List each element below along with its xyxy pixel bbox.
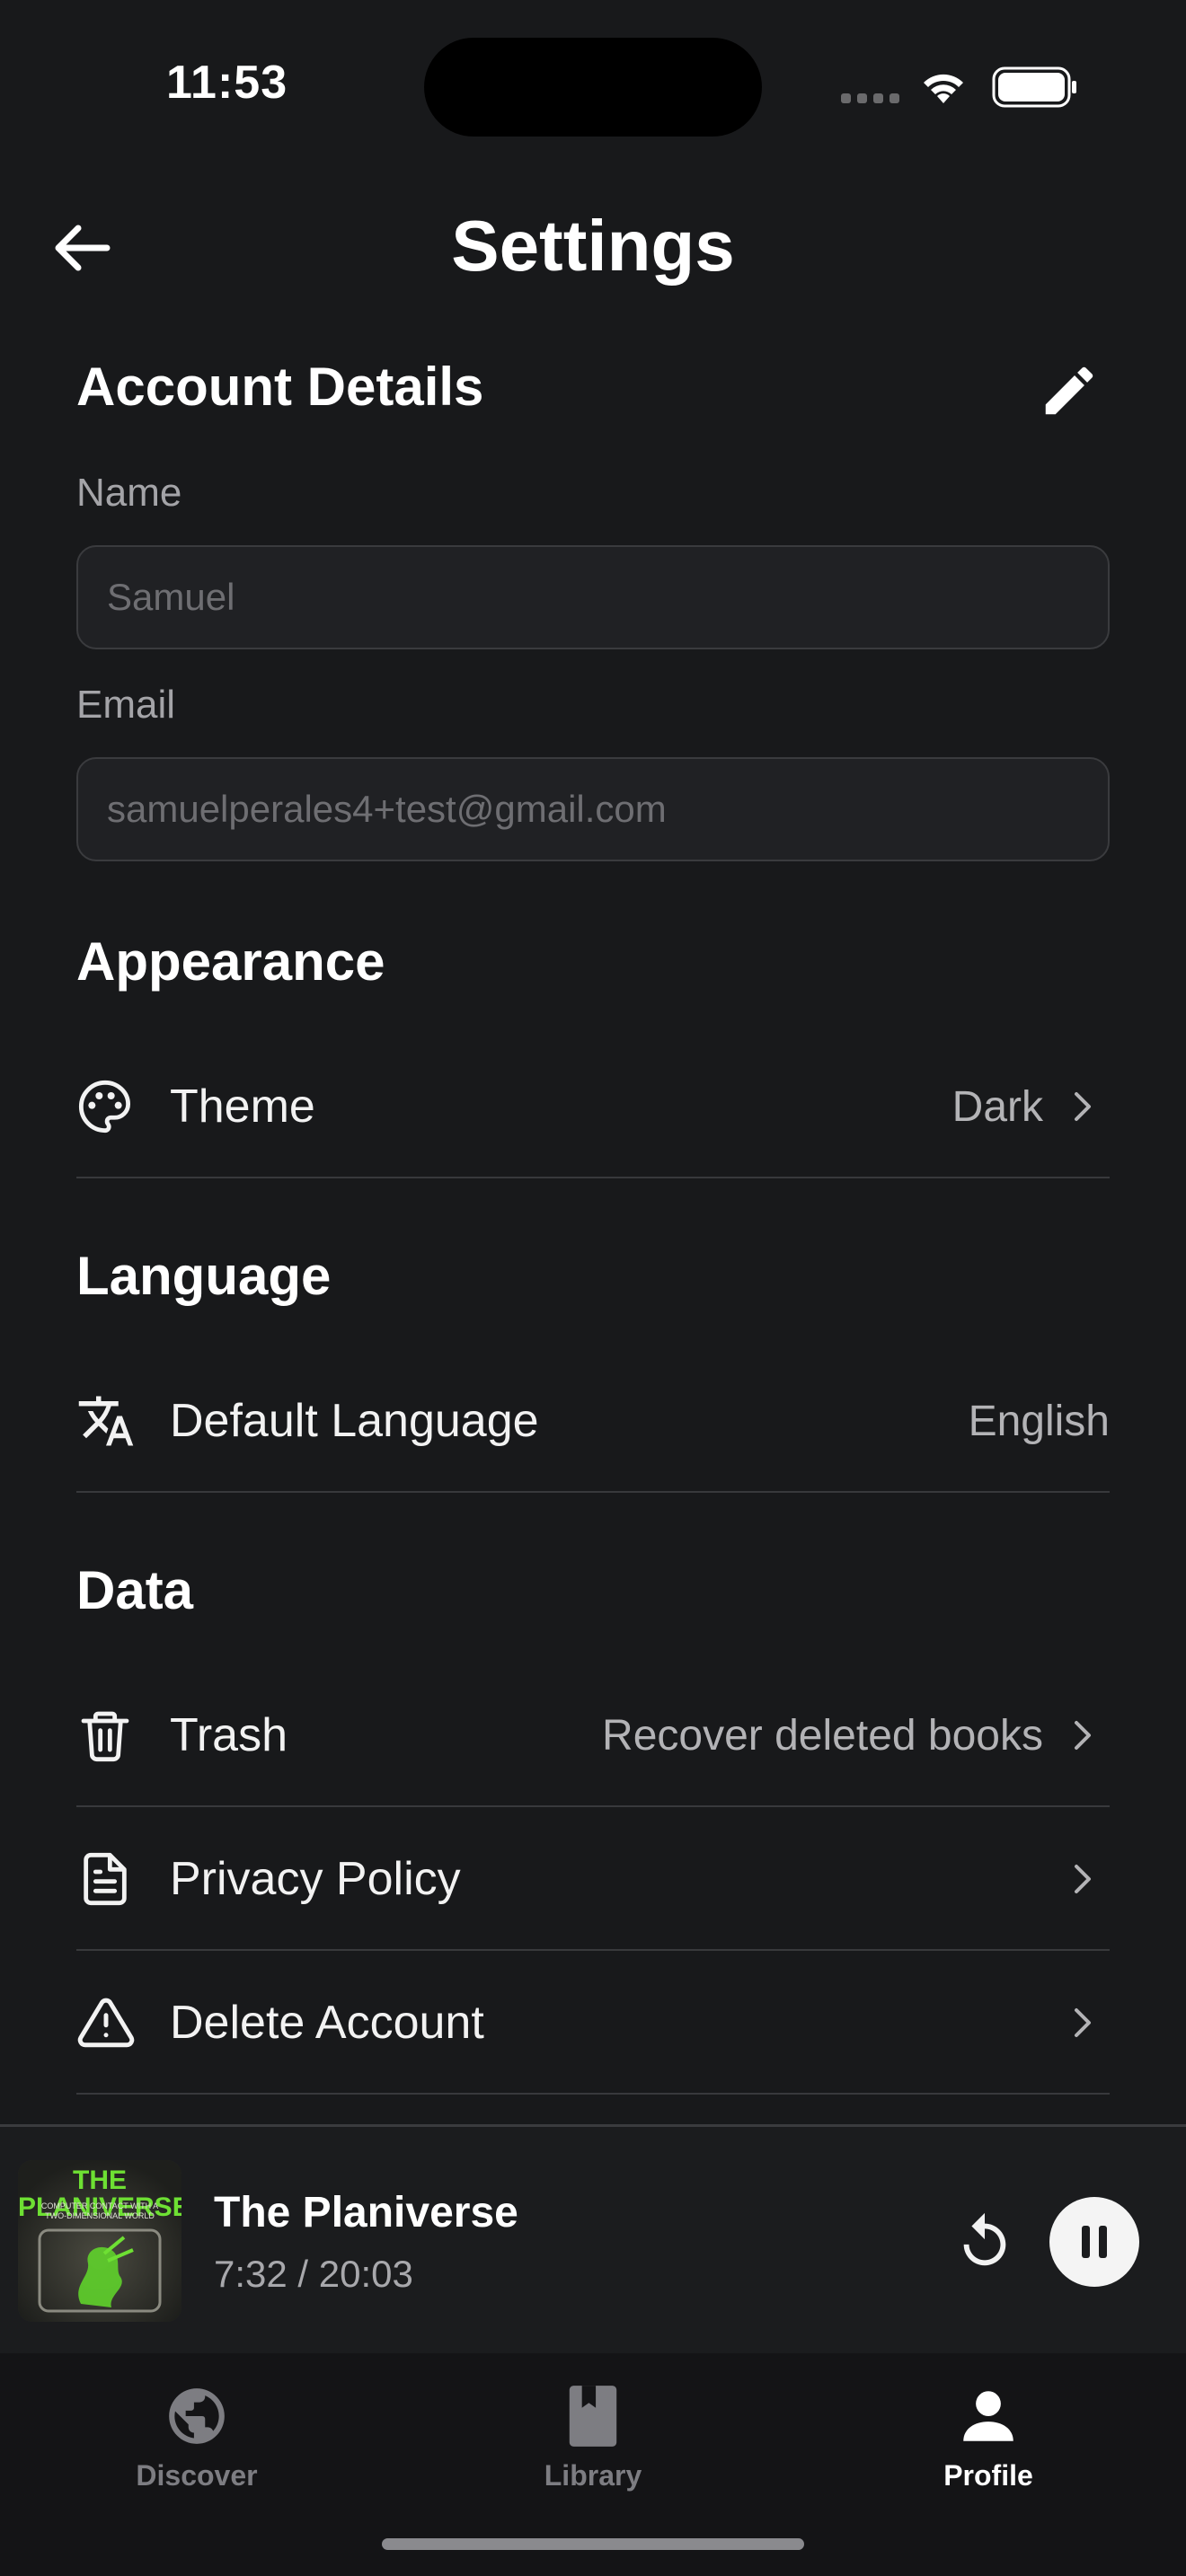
translate-icon [76, 1389, 141, 1453]
cellular-signal-icon [841, 93, 899, 103]
name-label: Name [76, 471, 182, 515]
pencil-icon [1045, 366, 1093, 415]
dynamic-island [424, 38, 762, 137]
wifi-icon [924, 74, 963, 103]
data-title: Data [76, 1560, 194, 1620]
status-time: 11:53 [166, 57, 288, 109]
palette-icon [76, 1074, 141, 1139]
delete-account-row[interactable]: Delete Account [76, 1951, 1110, 2095]
edit-account-button[interactable] [1033, 355, 1105, 427]
name-input[interactable] [76, 545, 1110, 649]
page-title: Settings [451, 206, 735, 286]
pause-icon [1082, 2226, 1107, 2258]
chevron-right-icon [1056, 1080, 1110, 1134]
chevron-right-icon [1056, 1996, 1110, 2050]
tab-discover[interactable]: Discover [89, 2380, 305, 2492]
default-language-row[interactable]: Default Language English [76, 1349, 1110, 1493]
tab-label: Discover [136, 2459, 258, 2492]
default-language-label: Default Language [170, 1395, 539, 1447]
battery-icon [992, 66, 1076, 108]
appearance-title: Appearance [76, 931, 385, 992]
globe-icon [161, 2380, 233, 2452]
chevron-right-icon [1056, 1852, 1110, 1906]
replay-button[interactable] [948, 2205, 1022, 2279]
tab-profile[interactable]: Profile [881, 2380, 1096, 2492]
now-playing-time: 7:32 / 20:03 [214, 2253, 413, 2295]
replay-icon [963, 2212, 1006, 2266]
theme-value: Dark [951, 1082, 1043, 1131]
privacy-policy-row[interactable]: Privacy Policy [76, 1807, 1110, 1951]
tab-label: Profile [943, 2459, 1033, 2492]
chevron-right-icon [1056, 1708, 1110, 1762]
home-indicator [382, 2538, 804, 2550]
document-icon [76, 1847, 141, 1911]
trash-icon [76, 1703, 141, 1768]
default-language-value: English [968, 1397, 1110, 1445]
language-title: Language [76, 1246, 332, 1306]
theme-label: Theme [170, 1081, 315, 1133]
privacy-policy-label: Privacy Policy [170, 1853, 461, 1905]
tab-library[interactable]: Library [485, 2380, 701, 2492]
pause-button[interactable] [1049, 2197, 1139, 2287]
person-icon [952, 2380, 1024, 2452]
email-label: Email [76, 683, 176, 727]
email-input[interactable] [76, 757, 1110, 861]
divider [76, 1177, 1110, 1178]
theme-row[interactable]: Theme Dark [76, 1035, 1110, 1178]
tab-label: Library [544, 2459, 642, 2492]
delete-account-label: Delete Account [170, 1997, 484, 2049]
cover-subtitle: COMPUTER CONTACT WITH A TWO-DIMENSIONAL … [40, 2201, 159, 2220]
account-details-title: Account Details [76, 357, 484, 417]
divider [76, 1491, 1110, 1493]
book-cover-image[interactable]: THE PLANIVERSE COMPUTER CONTACT WITH A T… [18, 2160, 181, 2322]
warning-icon [76, 1990, 141, 2055]
now-playing-title: The Planiverse [214, 2189, 518, 2236]
divider [76, 2093, 1110, 2095]
trash-row[interactable]: Trash Recover deleted books [76, 1663, 1110, 1807]
trash-value: Recover deleted books [602, 1711, 1043, 1760]
book-icon [557, 2380, 629, 2452]
trash-label: Trash [170, 1709, 288, 1761]
